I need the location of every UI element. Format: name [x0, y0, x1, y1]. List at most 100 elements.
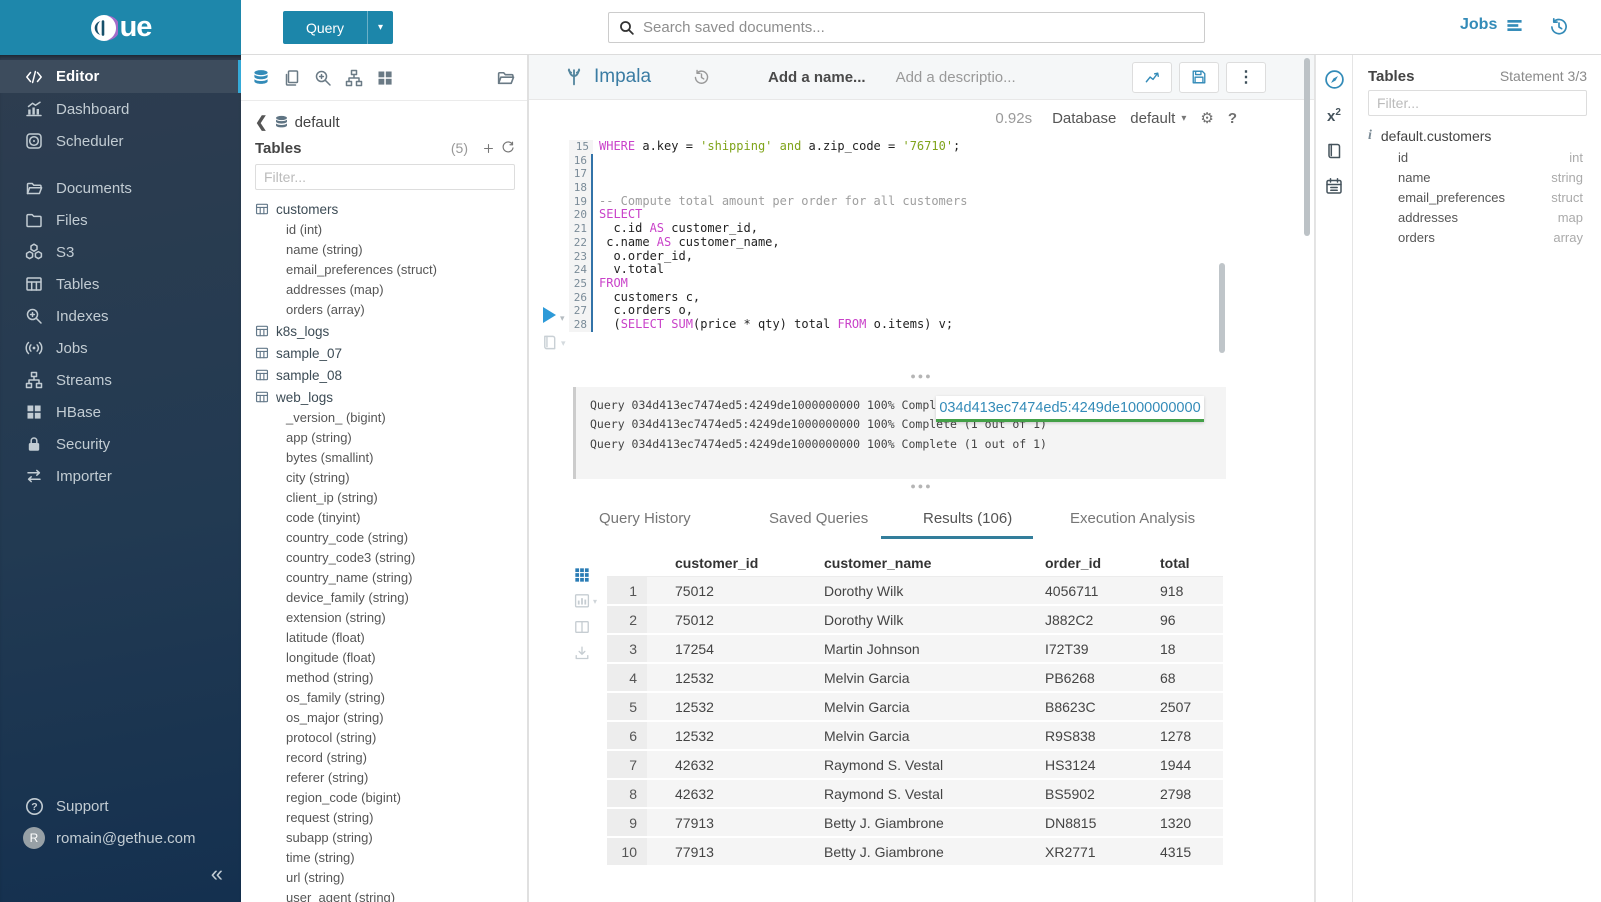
- sidebar-item-importer[interactable]: Importer: [0, 460, 241, 492]
- new-query-button[interactable]: Query ▾: [283, 11, 393, 44]
- table-row[interactable]: 1077913Betty J. GiambroneXR27714315: [607, 838, 1223, 867]
- table-row[interactable]: 412532Melvin GarciaPB626868: [607, 664, 1223, 693]
- column-item[interactable]: orders (array): [255, 300, 515, 320]
- sidebar-item-files[interactable]: Files: [0, 204, 241, 236]
- right-panel-filter-input[interactable]: [1368, 90, 1587, 116]
- schedule-calendar-icon[interactable]: [1325, 177, 1343, 195]
- code-line-21[interactable]: 21 c.id AS customer_id,: [569, 222, 1314, 236]
- column-item[interactable]: client_ip (string): [255, 488, 515, 508]
- table-item-customers[interactable]: customers: [255, 198, 515, 220]
- column-item[interactable]: city (string): [255, 468, 515, 488]
- table-row[interactable]: 742632Raymond S. VestalHS31241944: [607, 751, 1223, 780]
- sidebar-item-dashboard[interactable]: Dashboard: [0, 93, 241, 125]
- table-item-sample_08[interactable]: sample_08: [255, 364, 515, 386]
- run-options-caret-icon[interactable]: ▾: [560, 313, 565, 324]
- code-line-24[interactable]: 24 v.total: [569, 263, 1314, 277]
- column-item[interactable]: email_preferences (struct): [255, 260, 515, 280]
- right-panel-column-id[interactable]: idint: [1368, 148, 1587, 168]
- assist-filter-input[interactable]: [255, 164, 515, 190]
- column-item[interactable]: country_code3 (string): [255, 548, 515, 568]
- tab-results-106-[interactable]: Results (106): [923, 510, 1012, 527]
- resize-handle-top[interactable]: ●●●: [529, 371, 1314, 381]
- column-item[interactable]: bytes (smallint): [255, 448, 515, 468]
- sidebar-item-streams[interactable]: Streams: [0, 364, 241, 396]
- column-item[interactable]: subapp (string): [255, 828, 515, 848]
- sidebar-item-hbase[interactable]: HBase: [0, 396, 241, 428]
- query-dropdown-caret-icon[interactable]: ▾: [367, 11, 393, 44]
- column-item[interactable]: request (string): [255, 808, 515, 828]
- query-id-link[interactable]: 034d413ec7474ed5:4249de1000000000: [936, 396, 1204, 422]
- code-line-25[interactable]: 25FROM: [569, 277, 1314, 291]
- code-line-23[interactable]: 23 o.order_id,: [569, 250, 1314, 264]
- zoom-in-icon[interactable]: [314, 69, 332, 87]
- results-header-customer_name[interactable]: customer_name: [796, 555, 1017, 571]
- sitemap-icon[interactable]: [345, 69, 363, 87]
- code-line-17[interactable]: 17: [569, 167, 1314, 181]
- sidebar-collapse-button[interactable]: «: [0, 854, 241, 894]
- right-panel-column-orders[interactable]: ordersarray: [1368, 228, 1587, 248]
- right-panel-column-addresses[interactable]: addressesmap: [1368, 208, 1587, 228]
- column-item[interactable]: time (string): [255, 848, 515, 868]
- tab-query-history[interactable]: Query History: [599, 510, 691, 527]
- table-row[interactable]: 512532Melvin GarciaB8623C2507: [607, 693, 1223, 722]
- tab-saved-queries[interactable]: Saved Queries: [769, 510, 868, 527]
- column-item[interactable]: country_name (string): [255, 568, 515, 588]
- table-item-web_logs[interactable]: web_logs: [255, 386, 515, 408]
- query-name-field[interactable]: Add a name...: [768, 69, 866, 86]
- code-line-26[interactable]: 26 customers c,: [569, 291, 1314, 305]
- results-header-customer_id[interactable]: customer_id: [647, 555, 796, 571]
- results-columns-icon[interactable]: [574, 619, 600, 635]
- column-item[interactable]: referer (string): [255, 768, 515, 788]
- results-header-order_id[interactable]: order_id: [1017, 555, 1132, 571]
- table-item-k8s_logs[interactable]: k8s_logs: [255, 320, 515, 342]
- editor-scrollbar[interactable]: [1219, 263, 1225, 353]
- copy-docs-icon[interactable]: [283, 69, 301, 87]
- column-item[interactable]: name (string): [255, 240, 515, 260]
- refresh-tables-icon[interactable]: [501, 141, 515, 155]
- sidebar-item-user[interactable]: R romain@gethue.com: [0, 822, 241, 854]
- column-item[interactable]: code (tinyint): [255, 508, 515, 528]
- tab-execution-analysis[interactable]: Execution Analysis: [1070, 510, 1195, 527]
- right-panel-column-email_preferences[interactable]: email_preferencesstruct: [1368, 188, 1587, 208]
- sidebar-item-scheduler[interactable]: Scheduler: [0, 125, 241, 157]
- active-table-row[interactable]: i default.customers: [1368, 124, 1587, 148]
- database-breadcrumb[interactable]: ❮ default: [255, 109, 515, 135]
- column-item[interactable]: app (string): [255, 428, 515, 448]
- sidebar-item-editor[interactable]: Editor: [0, 60, 241, 93]
- column-item[interactable]: longitude (float): [255, 648, 515, 668]
- query-description-field[interactable]: Add a descriptio...: [896, 69, 1016, 86]
- code-line-27[interactable]: 27 c.orders o,: [569, 304, 1314, 318]
- main-scrollbar[interactable]: [1304, 58, 1310, 236]
- column-item[interactable]: _version_ (bigint): [255, 408, 515, 428]
- results-chart-icon[interactable]: ▾: [574, 593, 600, 609]
- save-button[interactable]: [1179, 62, 1219, 93]
- database-select[interactable]: default: [1130, 110, 1175, 127]
- settings-gear-icon[interactable]: ⚙: [1200, 109, 1213, 127]
- hue-logo[interactable]: ue: [0, 0, 241, 55]
- column-item[interactable]: addresses (map): [255, 280, 515, 300]
- code-line-22[interactable]: 22 c.name AS customer_name,: [569, 236, 1314, 250]
- jobs-link[interactable]: Jobs: [1460, 16, 1523, 34]
- code-line-28[interactable]: 28 (SELECT SUM(price * qty) total FROM o…: [569, 318, 1314, 332]
- task-history-icon[interactable]: [1549, 17, 1569, 42]
- table-item-sample_07[interactable]: sample_07: [255, 342, 515, 364]
- column-item[interactable]: user_agent (string): [255, 888, 515, 902]
- resize-handle-bottom[interactable]: ●●●: [529, 481, 1314, 491]
- more-actions-button[interactable]: ⋮: [1226, 62, 1266, 93]
- chart-type-caret-icon[interactable]: ▾: [593, 597, 597, 606]
- column-item[interactable]: country_code (string): [255, 528, 515, 548]
- column-item[interactable]: record (string): [255, 748, 515, 768]
- table-row[interactable]: 317254Martin JohnsonI72T3918: [607, 635, 1223, 664]
- sidebar-item-security[interactable]: Security: [0, 428, 241, 460]
- language-reference-icon[interactable]: [1325, 142, 1343, 160]
- code-editor[interactable]: 15WHERE a.key = 'shipping' and a.zip_cod…: [569, 136, 1314, 332]
- back-chevron-icon[interactable]: ❮: [255, 113, 268, 131]
- results-grid-icon[interactable]: [574, 567, 600, 583]
- column-item[interactable]: region_code (bigint): [255, 788, 515, 808]
- column-item[interactable]: device_family (string): [255, 588, 515, 608]
- sidebar-item-s3[interactable]: S3: [0, 236, 241, 268]
- sidebar-item-indexes[interactable]: Indexes: [0, 300, 241, 332]
- presentation-caret-icon[interactable]: ▾: [561, 338, 566, 349]
- code-line-16[interactable]: 16: [569, 154, 1314, 168]
- functions-icon[interactable]: x2: [1327, 107, 1341, 125]
